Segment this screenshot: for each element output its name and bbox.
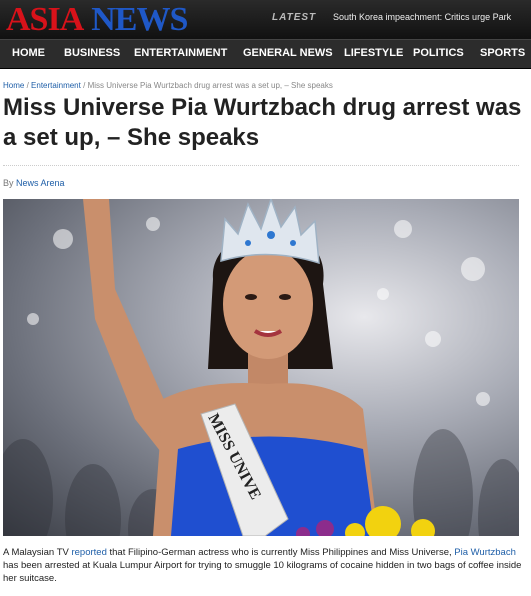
lead-text-3: has been arrested at Kuala Lumpur Airpor… (3, 560, 522, 584)
nav-item-politics[interactable]: POLITICS (413, 47, 464, 59)
breadcrumb-current: Miss Universe Pia Wurtzbach drug arrest … (87, 81, 333, 90)
main-navigation: HOME BUSINESS ENTERTAINMENT GENERAL NEWS… (0, 39, 531, 69)
breadcrumb-separator: / (26, 81, 29, 90)
article-photo: MISS UNIVE (3, 199, 519, 536)
site-logo[interactable]: ASIA NEWS (6, 1, 188, 39)
masthead: ASIA NEWS LATEST South Korea impeachment:… (0, 0, 531, 39)
logo-news-text: NEWS (91, 1, 188, 38)
logo-asia-text: ASIA (6, 1, 84, 38)
photo-illustration: MISS UNIVE (3, 199, 519, 536)
lead-text-1: A Malaysian TV (3, 547, 72, 558)
latest-label: LATEST (272, 12, 317, 23)
byline-label: By (3, 178, 14, 188)
nav-item-home[interactable]: HOME (12, 47, 45, 59)
breadcrumb-section-link[interactable]: Entertainment (31, 81, 81, 90)
title-divider (3, 165, 519, 166)
byline: By News Arena (3, 178, 65, 188)
breadcrumb-home-link[interactable]: Home (3, 81, 24, 90)
article-lead: A Malaysian TV reported that Filipino-Ge… (3, 546, 523, 585)
nav-item-entertainment[interactable]: ENTERTAINMENT (134, 47, 227, 59)
nav-item-lifestyle[interactable]: LIFESTYLE (344, 47, 403, 59)
lead-text-2: that Filipino-German actress who is curr… (106, 547, 455, 558)
nav-item-general-news[interactable]: GENERAL NEWS (243, 47, 333, 59)
nav-item-sports[interactable]: SPORTS (480, 47, 525, 59)
breadcrumb: Home / Entertainment / Miss Universe Pia… (3, 81, 333, 90)
reported-link[interactable]: reported (71, 547, 106, 558)
nav-item-business[interactable]: BUSINESS (64, 47, 120, 59)
author-link[interactable]: News Arena (16, 178, 65, 188)
news-ticker-link[interactable]: South Korea impeachment: Critics urge Pa… (333, 12, 511, 22)
pia-wurtzbach-link[interactable]: Pia Wurtzbach (454, 547, 516, 558)
breadcrumb-separator: / (83, 81, 86, 90)
article-title: Miss Universe Pia Wurtzbach drug arrest … (3, 94, 522, 151)
